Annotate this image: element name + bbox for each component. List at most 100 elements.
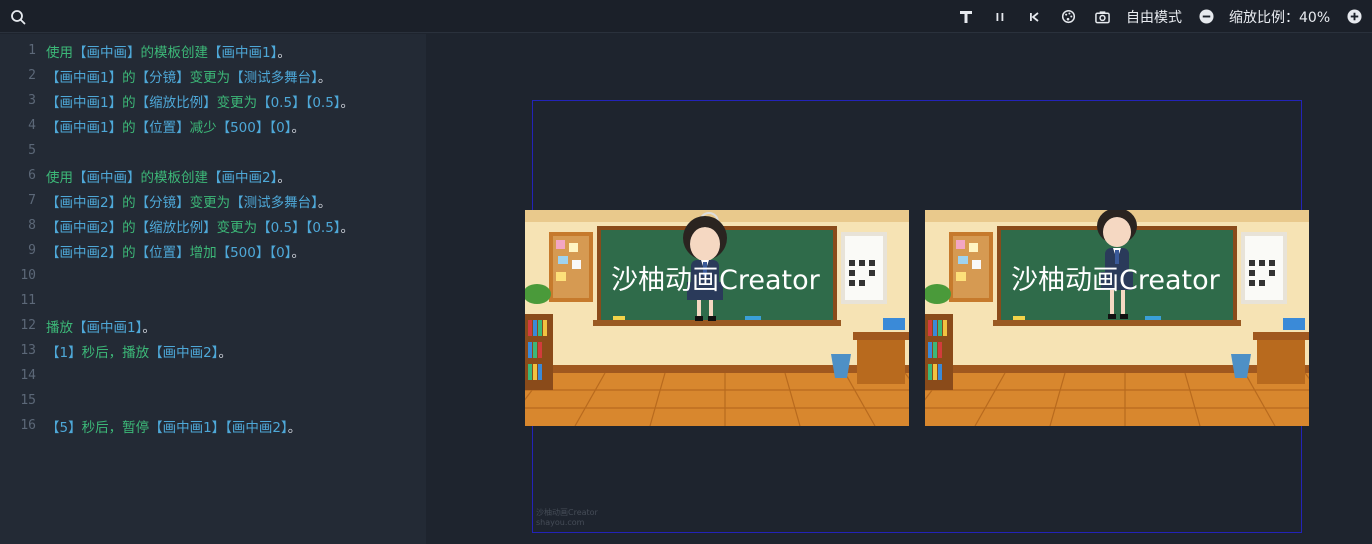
code-token: 使用 — [46, 44, 73, 61]
code-token: 【分镜】 — [135, 194, 190, 211]
code-token: 。 — [287, 419, 302, 436]
code-token: 【画中画1】 — [73, 319, 143, 336]
pause-icon[interactable] — [991, 0, 1009, 33]
code-line[interactable]: 2 【画中画1】的【分镜】变更为【测试多舞台】。 — [0, 63, 426, 88]
code-token: 增加 — [189, 244, 217, 261]
code-line[interactable]: 6 使用【画中画】的模板创建【画中画2】。 — [0, 163, 426, 188]
code-token: 。 — [340, 94, 355, 111]
palette-icon[interactable] — [1059, 0, 1077, 33]
code-line[interactable]: 8 【画中画2】的【缩放比例】变更为【0.5】【0.5】。 — [0, 213, 426, 238]
code-token: 【1】 — [46, 344, 82, 361]
code-line[interactable]: 3 【画中画1】的【缩放比例】变更为【0.5】【0.5】。 — [0, 88, 426, 113]
pip-scene-1[interactable]: 沙柚动画Creator — [525, 210, 909, 426]
code-token: 【500】【0】 — [216, 244, 292, 261]
line-number: 6 — [28, 168, 36, 183]
code-token: 【画中画】 — [73, 169, 141, 186]
watermark-line-2: shayou.com — [536, 518, 585, 527]
code-line[interactable]: 16 【5】秒后，暂停【画中画1】【画中画2】。 — [0, 413, 426, 438]
code-line[interactable]: 12 播放【画中画1】。 — [0, 313, 426, 338]
code-token: 【画中画】 — [73, 44, 141, 61]
code-token: 的模板创建 — [140, 169, 209, 186]
code-token: 。 — [317, 69, 332, 86]
line-number: 11 — [20, 293, 36, 308]
code-token: 【缩放比例】 — [135, 219, 217, 236]
search-icon[interactable] — [8, 0, 28, 33]
line-number: 12 — [20, 318, 36, 333]
pip-scene-2[interactable]: 沙柚动画Creator — [925, 210, 1309, 426]
code-text: 【画中画2】的【缩放比例】变更为【0.5】【0.5】。 — [46, 216, 354, 236]
code-token: 【画中画1】 — [208, 44, 278, 61]
code-token: 的 — [122, 69, 136, 86]
code-token: 。 — [277, 44, 291, 61]
scene-title-1: 沙柚动画Creator — [611, 265, 820, 296]
code-line[interactable]: 10 — [0, 263, 426, 288]
code-token: 【缩放比例】 — [135, 94, 217, 111]
camera-icon[interactable] — [1093, 0, 1111, 33]
line-number: 13 — [20, 343, 36, 358]
code-token: 的 — [122, 194, 136, 211]
code-token: 。 — [317, 194, 332, 211]
code-token: 减少 — [189, 119, 217, 136]
code-line[interactable]: 5 — [0, 138, 426, 163]
code-token: 【位置】 — [135, 244, 190, 261]
code-text: 【画中画2】的【分镜】变更为【测试多舞台】。 — [46, 191, 331, 211]
zoom-in-icon[interactable] — [1346, 0, 1362, 33]
code-token: 秒后，播放 — [81, 344, 150, 361]
code-line[interactable]: 1 使用【画中画】的模板创建【画中画1】。 — [0, 38, 426, 63]
code-token: 的 — [122, 244, 136, 261]
zoom-out-icon[interactable] — [1198, 0, 1214, 33]
watermark: 沙柚动画Creator shayou.com — [536, 508, 598, 528]
code-token: 的模板创建 — [140, 44, 209, 61]
watermark-line-1: 沙柚动画Creator — [536, 508, 598, 517]
script-editor[interactable]: 1 使用【画中画】的模板创建【画中画1】。 2 【画中画1】的【分镜】变更为【测试多舞… — [0, 34, 426, 544]
code-token: 【画中画2】 — [46, 219, 123, 236]
code-line[interactable]: 13 【1】秒后，播放【画中画2】。 — [0, 338, 426, 363]
code-text: 使用【画中画】的模板创建【画中画2】。 — [46, 166, 291, 186]
code-token: 变更为 — [189, 194, 231, 211]
code-token: 。 — [218, 344, 232, 361]
line-number: 9 — [28, 243, 36, 258]
code-token: 变更为 — [189, 69, 231, 86]
code-token: 【画中画1】 — [46, 69, 123, 86]
step-back-icon[interactable] — [1025, 0, 1043, 33]
code-token: 【画中画2】 — [208, 169, 278, 186]
scene-title-2: 沙柚动画Creator — [1011, 265, 1220, 296]
code-token: 。 — [277, 169, 291, 186]
line-number: 16 — [20, 418, 36, 433]
code-line[interactable]: 14 — [0, 363, 426, 388]
line-number: 8 — [28, 218, 36, 233]
code-token: 【画中画2】 — [149, 344, 219, 361]
code-token: 。 — [291, 119, 305, 136]
top-toolbar: 自由模式 缩放比例：40% — [0, 0, 1372, 33]
code-text: 【画中画1】的【缩放比例】变更为【0.5】【0.5】。 — [46, 91, 354, 111]
code-token: 变更为 — [216, 219, 258, 236]
code-line[interactable]: 15 — [0, 388, 426, 413]
free-mode-toggle[interactable]: 自由模式 — [1126, 0, 1182, 33]
text-tool-icon[interactable] — [957, 0, 975, 33]
code-token: 的 — [122, 219, 136, 236]
code-token: 【画中画1】【画中画2】 — [149, 419, 288, 436]
line-number: 15 — [20, 393, 36, 408]
code-token: 【画中画1】 — [46, 94, 123, 111]
code-token: 【500】【0】 — [216, 119, 292, 136]
line-number: 2 — [28, 68, 36, 83]
code-line[interactable]: 7 【画中画2】的【分镜】变更为【测试多舞台】。 — [0, 188, 426, 213]
code-text: 【画中画2】的【位置】增加【500】【0】。 — [46, 241, 305, 261]
code-line[interactable]: 11 — [0, 288, 426, 313]
zoom-level: 缩放比例：40% — [1229, 9, 1331, 26]
code-token: 的 — [122, 119, 136, 136]
code-token: 变更为 — [216, 94, 258, 111]
classroom-background-2 — [925, 210, 1309, 426]
code-token: 【画中画2】 — [46, 244, 123, 261]
code-token: 【画中画1】 — [46, 119, 123, 136]
code-text: 使用【画中画】的模板创建【画中画1】。 — [46, 41, 291, 61]
code-line[interactable]: 4 【画中画1】的【位置】减少【500】【0】。 — [0, 113, 426, 138]
stage-preview[interactable]: 沙柚动画Creator 沙柚动画Creator 沙柚动画Creator shay… — [426, 34, 1372, 544]
code-token: 的 — [122, 94, 136, 111]
code-line[interactable]: 9 【画中画2】的【位置】增加【500】【0】。 — [0, 238, 426, 263]
code-text: 播放【画中画1】。 — [46, 316, 156, 336]
line-number: 3 — [28, 93, 36, 108]
code-token: 秒后，暂停 — [81, 419, 150, 436]
code-token: 。 — [340, 219, 355, 236]
code-token: 【位置】 — [135, 119, 190, 136]
